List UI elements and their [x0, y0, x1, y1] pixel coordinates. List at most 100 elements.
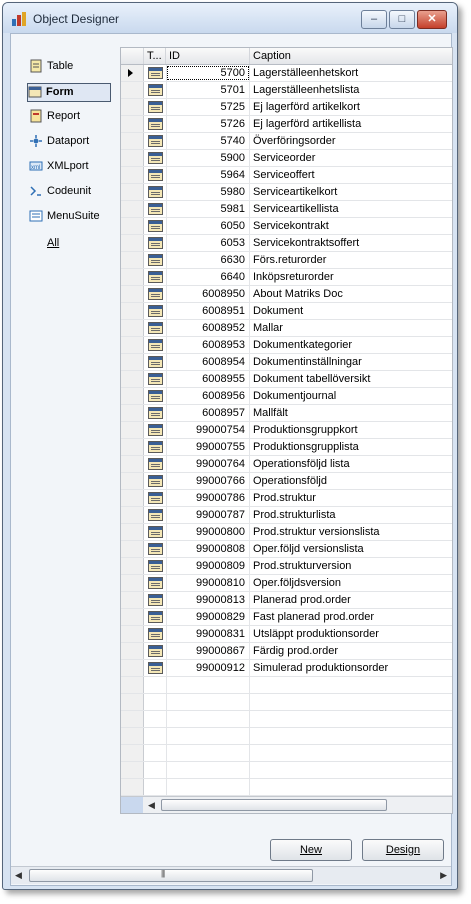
sidebar-item-dataport[interactable]: Dataport — [29, 133, 111, 150]
table-row[interactable]: 6008955 Dokument tabellöversikt — [121, 371, 452, 388]
row-selector[interactable] — [121, 592, 144, 608]
type-cell[interactable] — [144, 337, 167, 353]
type-cell[interactable] — [144, 524, 167, 540]
sidebar-item-xmlport[interactable]: xml XMLport — [29, 158, 111, 175]
caption-cell[interactable]: Oper.följd versionslista — [250, 541, 452, 557]
row-selector[interactable] — [121, 388, 144, 404]
row-selector[interactable] — [121, 609, 144, 625]
maximize-button[interactable]: □ — [389, 10, 415, 29]
id-cell[interactable] — [166, 779, 250, 795]
design-button[interactable]: Design — [362, 839, 444, 861]
caption-cell[interactable]: Ej lagerförd artikellista — [250, 116, 452, 132]
table-row[interactable]: 5740 Överföringsorder — [121, 133, 452, 150]
row-selector[interactable] — [121, 269, 144, 285]
sidebar-item-all[interactable]: All — [47, 237, 59, 249]
scroll-left-arrow-icon[interactable]: ◀ — [148, 800, 155, 811]
sidebar-item-form[interactable]: Form — [27, 83, 111, 102]
scrollbar-thumb[interactable] — [29, 869, 313, 882]
caption-cell[interactable]: About Matriks Doc — [250, 286, 452, 302]
type-cell[interactable] — [144, 218, 167, 234]
table-row[interactable]: 5725 Ej lagerförd artikelkort — [121, 99, 452, 116]
table-row[interactable]: 6053 Servicekontraktsoffert — [121, 235, 452, 252]
sidebar-item-table[interactable]: Table — [29, 58, 111, 75]
id-cell[interactable]: 6050 — [166, 218, 250, 234]
caption-cell[interactable]: Överföringsorder — [250, 133, 452, 149]
caption-cell[interactable]: Ej lagerförd artikelkort — [250, 99, 452, 115]
caption-cell[interactable]: Servicekontrakt — [250, 218, 452, 234]
id-cell[interactable]: 5726 — [166, 116, 250, 132]
id-cell[interactable]: 5701 — [166, 82, 250, 98]
scrollbar-thumb[interactable] — [161, 799, 387, 811]
caption-cell[interactable] — [250, 762, 452, 778]
caption-cell[interactable]: Oper.följdsversion — [250, 575, 452, 591]
row-selector[interactable] — [121, 303, 144, 319]
table-row[interactable]: 5981 Serviceartikellista — [121, 201, 452, 218]
caption-cell[interactable]: Dokument tabellöversikt — [250, 371, 452, 387]
caption-cell[interactable]: Dokument — [250, 303, 452, 319]
sidebar-item-codeunit[interactable]: Codeunit — [29, 183, 111, 200]
sidebar-item-report[interactable]: Report — [29, 108, 111, 125]
id-cell[interactable]: 5964 — [166, 167, 250, 183]
table-row[interactable]: 6008953 Dokumentkategorier — [121, 337, 452, 354]
caption-cell[interactable]: Dokumentkategorier — [250, 337, 452, 353]
row-selector[interactable] — [121, 473, 144, 489]
caption-cell[interactable]: Inköpsreturorder — [250, 269, 452, 285]
scroll-left-arrow-icon[interactable]: ◀ — [15, 870, 22, 881]
type-cell[interactable] — [144, 286, 167, 302]
caption-cell[interactable]: Operationsföljd lista — [250, 456, 452, 472]
id-cell[interactable] — [166, 762, 250, 778]
type-cell[interactable] — [144, 303, 167, 319]
id-cell[interactable]: 5981 — [166, 201, 250, 217]
row-selector[interactable] — [121, 439, 144, 455]
type-cell[interactable] — [144, 65, 167, 81]
caption-cell[interactable]: Produktionsgruppkort — [250, 422, 452, 438]
type-cell[interactable] — [144, 490, 167, 506]
column-header-caption[interactable]: Caption — [250, 48, 452, 64]
caption-cell[interactable]: Lagerställeenhetslista — [250, 82, 452, 98]
grid-horizontal-scrollbar[interactable]: ◀ — [121, 796, 452, 813]
empty-row[interactable] — [121, 762, 452, 779]
table-row[interactable]: 5964 Serviceoffert — [121, 167, 452, 184]
caption-cell[interactable]: Lagerställeenhetskort — [250, 65, 452, 81]
caption-cell[interactable]: Prod.struktur versionslista — [250, 524, 452, 540]
caption-cell[interactable]: Serviceartikellista — [250, 201, 452, 217]
table-row[interactable]: 99000766 Operationsföljd — [121, 473, 452, 490]
type-cell[interactable] — [144, 660, 167, 676]
scroll-right-arrow-icon[interactable]: ▶ — [440, 870, 447, 881]
type-cell[interactable] — [144, 252, 167, 268]
row-selector[interactable] — [121, 218, 144, 234]
empty-row[interactable] — [121, 728, 452, 745]
row-selector[interactable] — [121, 711, 144, 727]
table-row[interactable]: 6630 Förs.returorder — [121, 252, 452, 269]
id-cell[interactable] — [166, 745, 250, 761]
caption-cell[interactable] — [250, 694, 452, 710]
id-cell[interactable]: 6008955 — [166, 371, 250, 387]
column-header-id[interactable]: ID — [166, 48, 250, 64]
caption-cell[interactable] — [250, 745, 452, 761]
id-cell[interactable]: 99000810 — [166, 575, 250, 591]
id-cell[interactable]: 5980 — [166, 184, 250, 200]
row-selector[interactable] — [121, 235, 144, 251]
caption-cell[interactable]: Serviceartikelkort — [250, 184, 452, 200]
type-cell[interactable] — [144, 388, 167, 404]
id-cell[interactable]: 6008952 — [166, 320, 250, 336]
table-row[interactable]: 99000754 Produktionsgruppkort — [121, 422, 452, 439]
row-selector[interactable] — [121, 116, 144, 132]
id-cell[interactable]: 99000809 — [166, 558, 250, 574]
id-cell[interactable]: 99000787 — [166, 507, 250, 523]
table-row[interactable]: 6008951 Dokument — [121, 303, 452, 320]
type-cell[interactable] — [144, 99, 167, 115]
table-row[interactable]: 5701 Lagerställeenhetslista — [121, 82, 452, 99]
table-row[interactable]: 6008950 About Matriks Doc — [121, 286, 452, 303]
id-cell[interactable]: 6008951 — [166, 303, 250, 319]
type-cell[interactable] — [144, 422, 167, 438]
empty-row[interactable] — [121, 694, 452, 711]
id-cell[interactable]: 6640 — [166, 269, 250, 285]
table-row[interactable]: 5700 Lagerställeenhetskort — [121, 65, 452, 82]
table-row[interactable]: 5980 Serviceartikelkort — [121, 184, 452, 201]
caption-cell[interactable]: Utsläppt produktionsorder — [250, 626, 452, 642]
row-selector[interactable] — [121, 575, 144, 591]
id-cell[interactable]: 6008953 — [166, 337, 250, 353]
type-cell[interactable] — [144, 133, 167, 149]
empty-row[interactable] — [121, 677, 452, 694]
